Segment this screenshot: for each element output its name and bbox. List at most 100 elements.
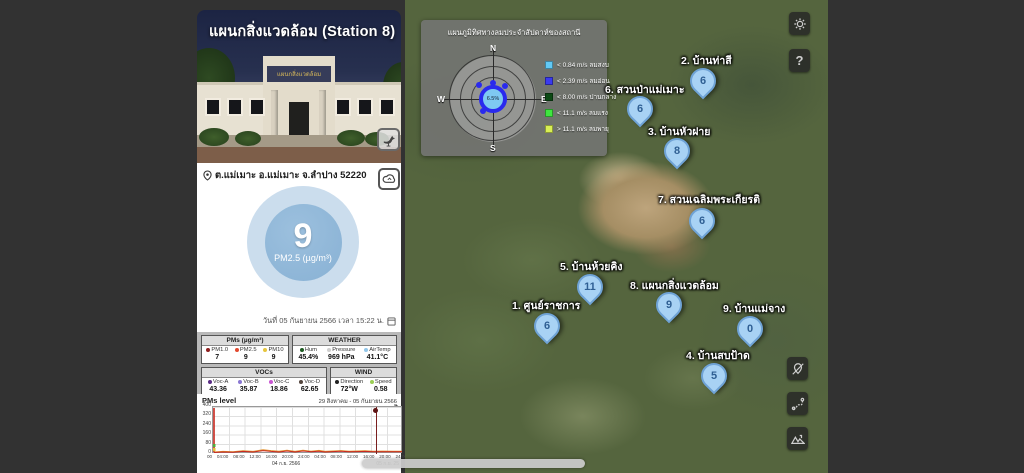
stat-group-title: VOCs — [202, 368, 326, 378]
stat-group-1: PMs (µg/m³)PM1.07PM2.59PM109 — [201, 335, 289, 364]
stat-item: PM109 — [263, 347, 283, 361]
location-text: ต.แม่เมาะ อ.แม่เมาะ จ.ลำปาง 52220 — [215, 168, 367, 183]
stat-item-value: 45.4% — [298, 354, 318, 361]
gear-icon — [793, 17, 807, 31]
x-tick: 12:00 — [249, 454, 261, 459]
stat-item-value: 18.86 — [270, 386, 288, 393]
wind-rose-compass: 6.5% N E S W — [450, 56, 536, 142]
terrain-icon — [791, 432, 805, 446]
bush-art — [235, 131, 261, 146]
stat-item-value: 35.87 — [240, 386, 258, 393]
help-button[interactable]: ? — [789, 49, 810, 72]
stat-color-dot — [327, 348, 331, 352]
chart-y-axis: 400320240160800 — [197, 403, 211, 455]
marker-label: 6. สวนป่าแม่เมาะ — [605, 81, 684, 98]
building-window — [357, 98, 373, 116]
y-tick: 400 — [197, 403, 211, 408]
route-button[interactable] — [787, 392, 808, 415]
horizontal-scrollbar[interactable] — [362, 459, 585, 468]
stat-item: Voc-C18.86 — [269, 379, 290, 393]
wind-legend-row: < 11.1 m/s ลมแรง — [545, 108, 616, 118]
wind-legend-label: < 2.39 m/s ลมอ่อน — [557, 76, 610, 86]
calendar-icon[interactable] — [387, 317, 396, 326]
pm25-label: PM2.5 (µg/m³) — [274, 253, 332, 263]
x-tick: 16:00 — [266, 454, 278, 459]
compass-n: N — [490, 43, 496, 53]
y-tick: 80 — [197, 441, 211, 446]
stat-color-dot — [263, 348, 267, 352]
wind-legend-label: > 11.1 m/s ลมพายุ — [557, 124, 609, 134]
stat-item: Hum45.4% — [298, 347, 318, 361]
station-panel: แผนกสิ่งแวดล้อม แผนกสิ่งแวดล้อม (Station… — [193, 0, 405, 473]
map-marker-pin[interactable]: 6 — [684, 203, 721, 240]
station-info: ต.แม่เมาะ อ.แม่เมาะ จ.ลำปาง 52220 9 PM2.… — [197, 163, 401, 332]
wind-rose-panel: แผนภูมิทิศทางลมประจำสัปดาห์ของสถานี 6.5%… — [421, 20, 607, 156]
chart-cursor-dot — [373, 408, 378, 413]
stat-group-3: VOCsVoc-A43.36Voc-B35.87Voc-C18.86Voc-D6… — [201, 367, 327, 396]
stat-item-label: Voc-C — [269, 379, 290, 385]
stat-item-label: PM2.5 — [235, 347, 257, 353]
x-tick: 12:00 — [347, 454, 359, 459]
marker-value: 11 — [579, 276, 601, 298]
photo-soil — [197, 147, 401, 163]
pm25-gauge: 9 PM2.5 (µg/m³) — [247, 186, 359, 298]
x-tick: 04:00 — [217, 454, 229, 459]
bird-icon — [381, 132, 396, 147]
pm25-value: 9 — [294, 221, 313, 251]
stat-item-label: Voc-D — [299, 379, 320, 385]
x-tick: 24:00 — [298, 454, 310, 459]
stat-item: Voc-D62.65 — [299, 379, 320, 393]
stat-item: PM2.59 — [235, 347, 257, 361]
terrain-button[interactable] — [787, 427, 808, 450]
wind-legend-swatch — [545, 77, 553, 85]
datetime-row: วันที่ 05 กันยายน 2566 เวลา 15:22 น. — [263, 315, 396, 327]
marker-value: 6 — [692, 70, 714, 92]
stat-values-row: Voc-A43.36Voc-B35.87Voc-C18.86Voc-D62.65 — [202, 378, 326, 395]
satellite-map[interactable]: แผนภูมิทิศทางลมประจำสัปดาห์ของสถานี 6.5%… — [405, 0, 828, 473]
marker-value: 9 — [658, 294, 680, 316]
x-tick: 08:00 — [331, 454, 343, 459]
stat-item: AirTemp41.1°C — [364, 347, 390, 361]
marker-value: 6 — [629, 98, 651, 120]
stat-item-value: 62.65 — [301, 386, 319, 393]
stat-color-dot — [364, 348, 368, 352]
wind-legend-swatch — [545, 109, 553, 117]
x-tick: 00 — [207, 454, 212, 459]
stat-group-2: WEATHERHum45.4%Pressure969 hPaAirTemp41.… — [292, 335, 397, 364]
wind-blob — [476, 82, 482, 88]
stat-color-dot — [335, 380, 339, 384]
stat-item-label: Voc-A — [208, 379, 228, 385]
building-sign-text: แผนกสิ่งแวดล้อม — [277, 69, 321, 79]
chart-cursor — [376, 407, 377, 454]
aqi-view-button[interactable] — [378, 168, 400, 190]
building-window — [335, 98, 351, 116]
stat-item: Voc-A43.36 — [208, 379, 228, 393]
eco-bird-button[interactable] — [377, 128, 400, 151]
building-window — [205, 98, 221, 116]
stat-item-value: 43.36 — [209, 386, 227, 393]
markers-toggle-button[interactable] — [787, 357, 808, 380]
chart-plot-area[interactable] — [212, 406, 402, 453]
wind-legend-row: > 11.1 m/s ลมพายุ — [545, 124, 616, 134]
chart-date-label-1: 04 ก.ย. 2566 — [272, 460, 300, 468]
stat-item-label: PM1.0 — [206, 347, 228, 353]
stat-color-dot — [300, 348, 304, 352]
location-pin-icon — [203, 170, 212, 181]
building-column — [271, 90, 278, 137]
datetime-text: วันที่ 05 กันยายน 2566 เวลา 15:22 น. — [263, 315, 384, 327]
stat-item-label: Hum — [300, 347, 317, 353]
stat-item-label: Direction — [335, 379, 363, 385]
building-window — [227, 98, 243, 116]
settings-button[interactable] — [789, 12, 810, 35]
stat-color-dot — [206, 348, 210, 352]
stat-values-row: Hum45.4%Pressure969 hPaAirTemp41.1°C — [293, 346, 396, 363]
stat-color-dot — [235, 348, 239, 352]
pms-series — [213, 407, 403, 454]
stat-group-title: PMs (µg/m³) — [202, 336, 288, 346]
wind-rose-title: แผนภูมิทิศทางลมประจำสัปดาห์ของสถานี — [421, 27, 607, 39]
stat-item-label: Speed — [370, 379, 392, 385]
marker-label: 1. ศูนย์ราชการ — [512, 297, 580, 314]
station-photo: แผนกสิ่งแวดล้อม แผนกสิ่งแวดล้อม (Station… — [197, 10, 401, 163]
building-door — [289, 102, 309, 137]
marker-value: 0 — [739, 318, 761, 340]
